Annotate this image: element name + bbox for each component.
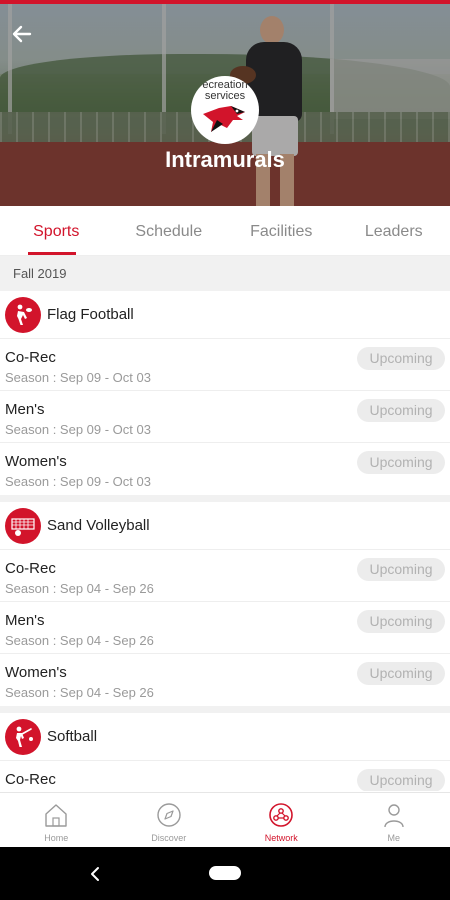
league-name: Co-Rec [5,560,56,577]
status-accent-bar [0,0,450,4]
system-home-button[interactable] [209,866,241,880]
system-navigation-bar [0,847,450,900]
home-icon [45,804,67,827]
league-season: Season : Sep 04 - Sep 26 [5,633,154,648]
system-back-button[interactable] [86,864,106,884]
nav-discover[interactable]: Discover [113,793,226,847]
league-row[interactable]: Co-Rec Upcoming [0,761,450,791]
league-season: Season : Sep 04 - Sep 26 [5,581,154,596]
sport-header[interactable]: Flag Football [0,291,450,339]
league-season: Season : Sep 09 - Oct 03 [5,370,151,385]
league-name: Women's [5,664,67,681]
season-header: Fall 2019 [0,256,450,291]
sport-header[interactable]: Softball [0,713,450,761]
nav-me[interactable]: Me [338,793,450,847]
softball-icon [5,718,41,755]
league-row[interactable]: Co-Rec Season : Sep 04 - Sep 26 Upcoming [0,550,450,602]
league-name: Co-Rec [5,771,56,788]
status-badge: Upcoming [357,399,445,422]
tab-facilities[interactable]: Facilities [225,206,338,255]
arrow-left-icon [12,25,32,43]
recreation-services-logo: ecreation services [191,76,259,144]
compass-icon [157,803,181,827]
league-row[interactable]: Co-Rec Season : Sep 09 - Oct 03 Upcoming [0,339,450,391]
league-season: Season : Sep 09 - Oct 03 [5,474,151,489]
page-title: Intramurals [165,147,285,172]
sport-name: Sand Volleyball [47,517,150,534]
league-season: Season : Sep 04 - Sep 26 [5,685,154,700]
tab-leaders[interactable]: Leaders [338,206,450,255]
sport-section-softball: Softball Co-Rec Upcoming [0,713,450,791]
sport-header[interactable]: Sand Volleyball [0,502,450,550]
sports-list[interactable]: Flag Football Co-Rec Season : Sep 09 - O… [0,291,450,791]
nav-home[interactable]: Home [0,793,113,847]
league-name: Men's [5,612,45,629]
sport-section-sand-volleyball: Sand Volleyball Co-Rec Season : Sep 04 -… [0,502,450,713]
bottom-navigation: Home Discover Network Me [0,792,450,847]
league-row[interactable]: Women's Season : Sep 09 - Oct 03 Upcomin… [0,443,450,495]
tab-schedule[interactable]: Schedule [113,206,226,255]
nav-label: Discover [151,833,187,843]
nav-label: Home [44,833,69,843]
redhawk-icon [203,106,245,132]
league-name: Women's [5,453,67,470]
chevron-left-icon [91,867,99,881]
nav-network[interactable]: Network [225,793,338,847]
league-name: Men's [5,401,45,418]
league-row[interactable]: Men's Season : Sep 04 - Sep 26 Upcoming [0,602,450,654]
league-row[interactable]: Women's Season : Sep 04 - Sep 26 Upcomin… [0,654,450,706]
league-row[interactable]: Men's Season : Sep 09 - Oct 03 Upcoming [0,391,450,443]
nav-label: Me [387,833,400,843]
status-badge: Upcoming [357,558,445,581]
network-icon [269,803,294,827]
tab-sports[interactable]: Sports [0,206,113,255]
status-badge: Upcoming [357,451,445,474]
sport-section-flag-football: Flag Football Co-Rec Season : Sep 09 - O… [0,291,450,502]
person-icon [384,804,404,828]
flag-football-icon [5,296,41,333]
sport-name: Flag Football [47,306,134,323]
status-badge: Upcoming [357,610,445,633]
tab-bar: Sports Schedule Facilities Leaders [0,206,450,256]
league-name: Co-Rec [5,349,56,366]
back-button[interactable] [10,22,34,46]
volleyball-icon [5,507,41,544]
sport-name: Softball [47,728,98,745]
logo-text: ecreation services [202,79,248,102]
status-badge: Upcoming [357,662,445,685]
status-badge: Upcoming [357,769,445,791]
league-season: Season : Sep 09 - Oct 03 [5,422,151,437]
nav-label: Network [264,833,298,843]
status-badge: Upcoming [357,347,445,370]
